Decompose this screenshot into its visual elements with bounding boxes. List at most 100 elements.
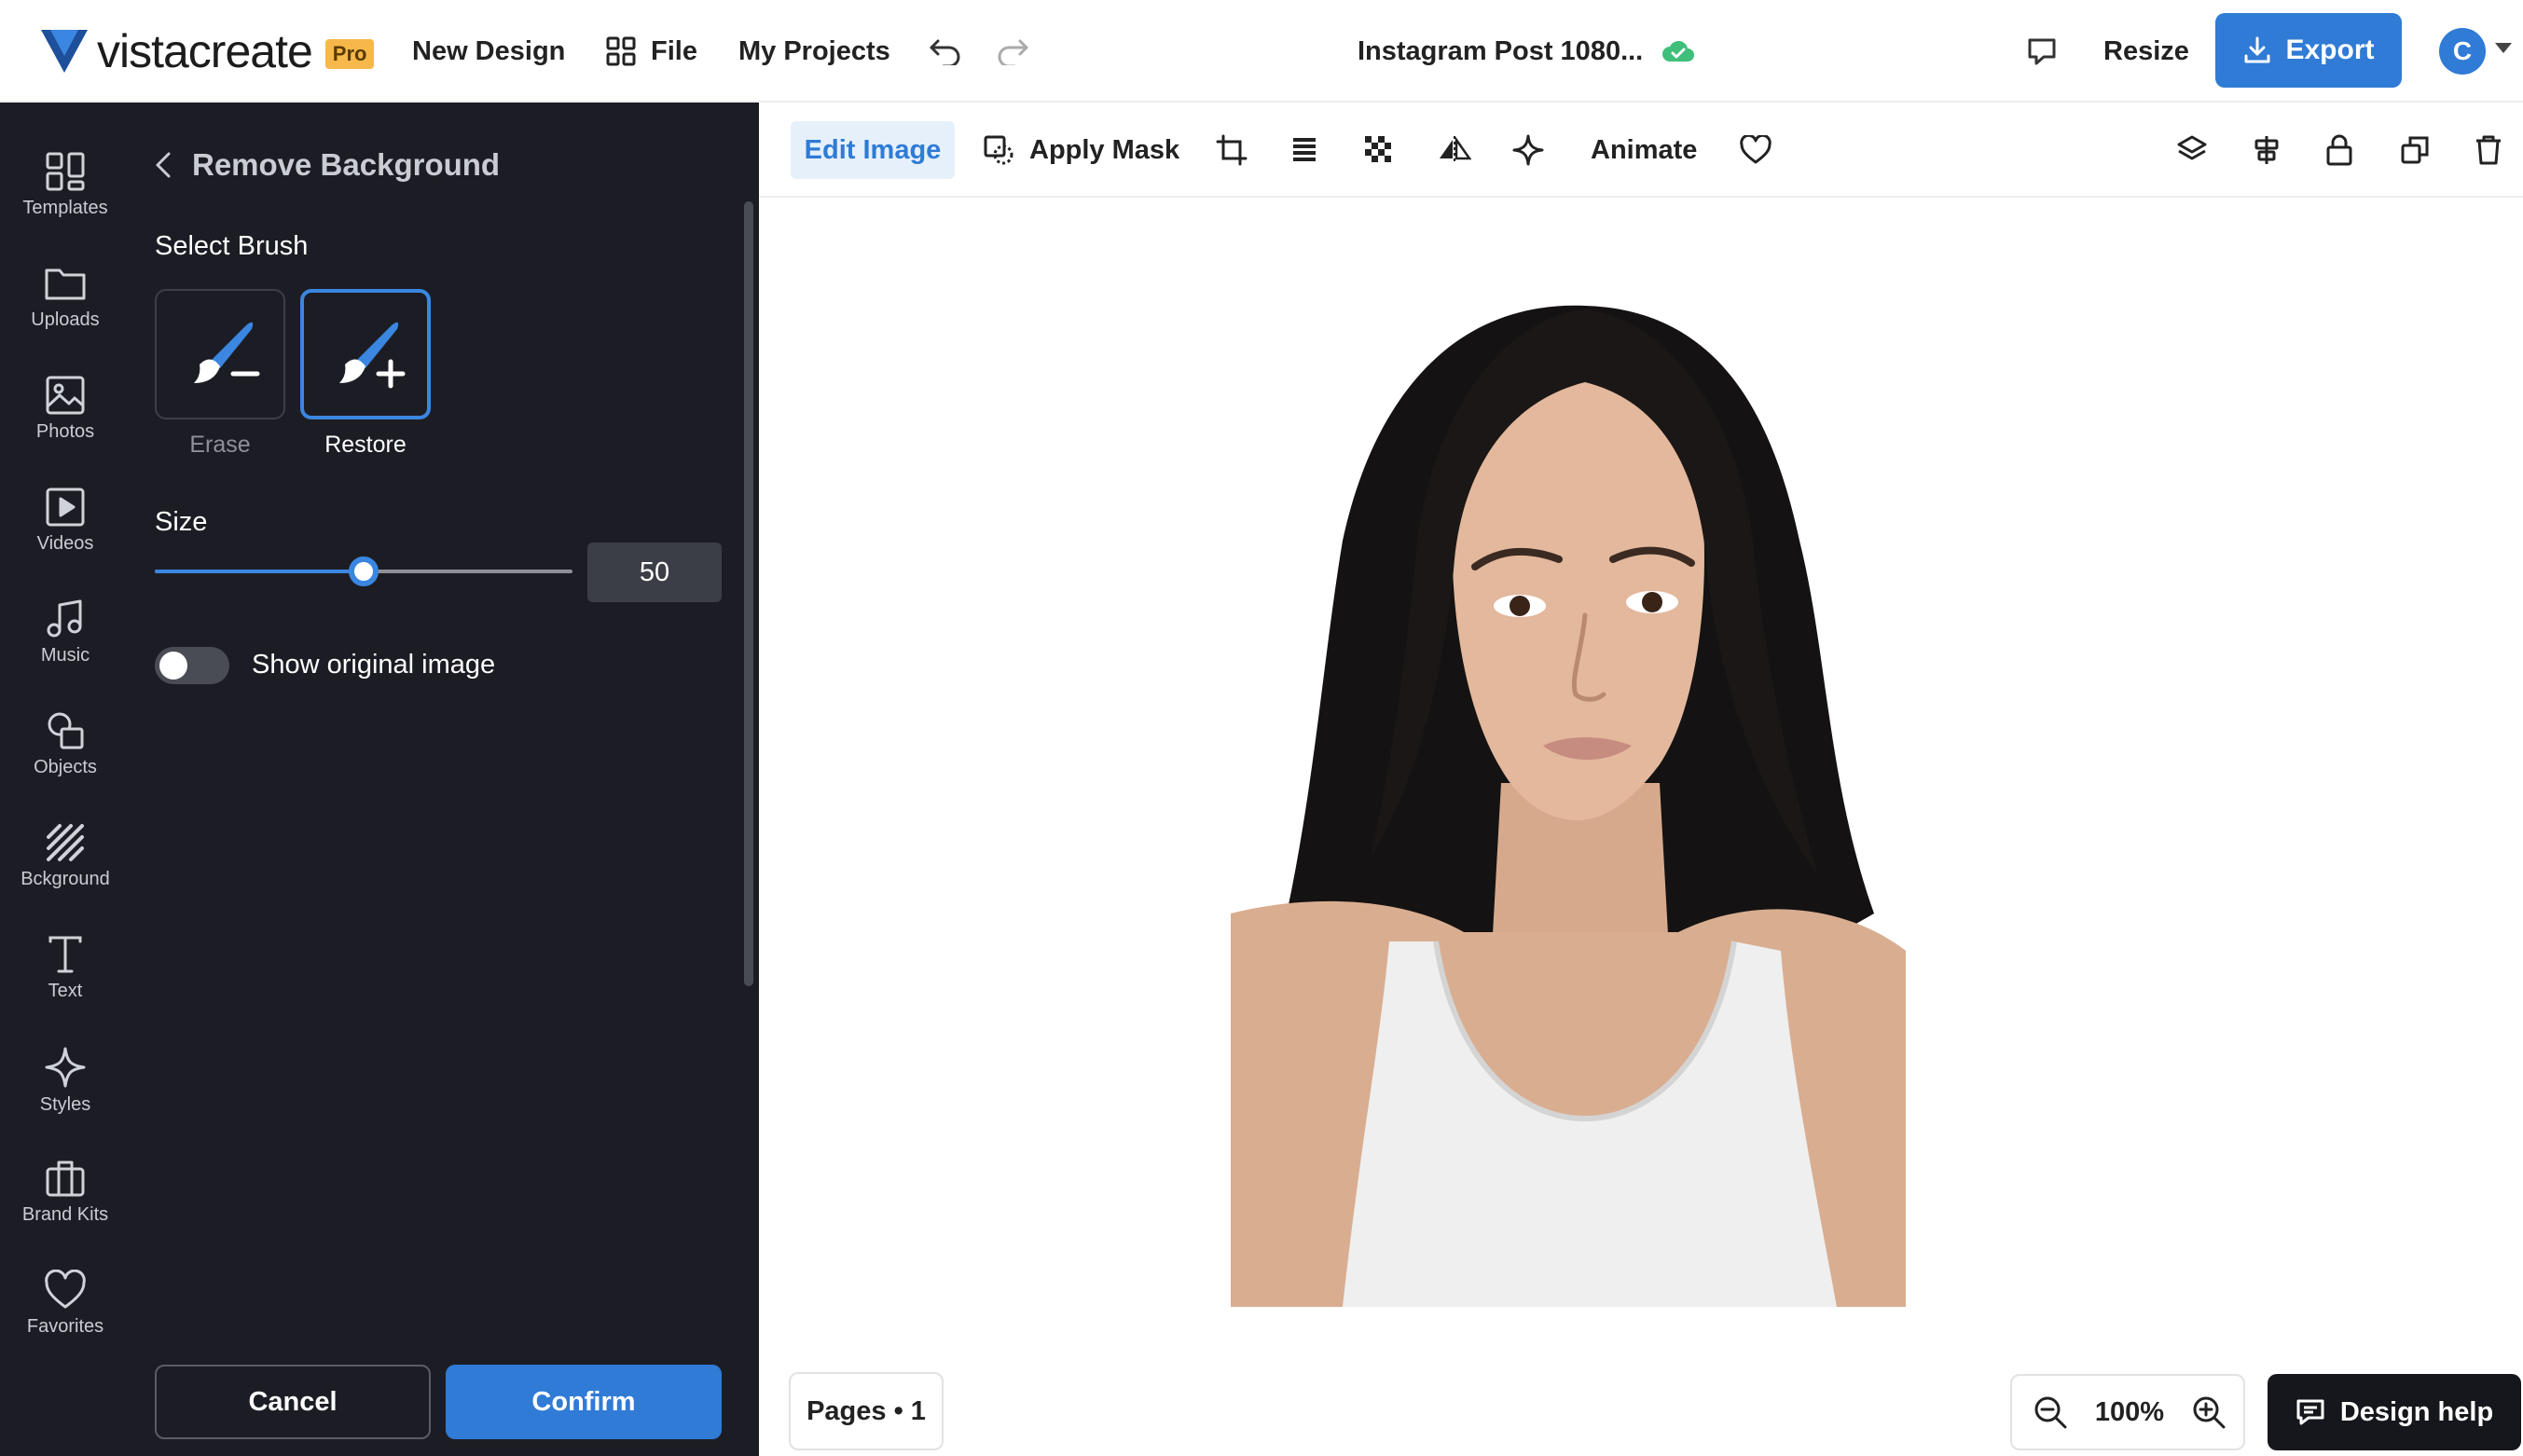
layers-button[interactable] <box>2176 103 2208 198</box>
crop-button[interactable] <box>1216 103 1248 198</box>
pro-badge: Pro <box>324 39 375 69</box>
select-brush-label: Select Brush <box>155 231 309 261</box>
download-icon <box>2244 36 2270 63</box>
duplicate-button[interactable] <box>2400 103 2430 198</box>
file-label: File <box>651 35 697 66</box>
nav-videos-label: Videos <box>36 533 94 554</box>
show-original-toggle[interactable] <box>155 647 229 684</box>
zoom-level[interactable]: 100% <box>2092 1376 2167 1449</box>
nav-brand-kits[interactable]: Brand Kits <box>0 1132 131 1243</box>
size-slider-fill <box>155 570 364 573</box>
comment-icon <box>2028 38 2056 65</box>
checker-icon <box>1365 136 1391 162</box>
size-slider-handle[interactable] <box>349 556 379 586</box>
align-center-icon <box>2254 136 2279 164</box>
nav-text[interactable]: Text <box>0 908 131 1020</box>
zoom-out-button[interactable] <box>2033 1394 2068 1430</box>
cloud-saved-icon <box>1662 40 1695 62</box>
nav-music[interactable]: Music <box>0 572 131 684</box>
zoom-in-button[interactable] <box>2191 1394 2227 1430</box>
canvas-photo[interactable] <box>1231 298 1906 1307</box>
video-icon <box>46 488 85 527</box>
new-design-button[interactable]: New Design <box>412 0 565 103</box>
vista-logo-icon <box>41 30 88 73</box>
panel-scrollbar[interactable] <box>744 201 753 986</box>
lock-button[interactable] <box>2325 103 2353 198</box>
pages-button[interactable]: Pages • 1 <box>789 1372 944 1450</box>
cancel-button[interactable]: Cancel <box>155 1365 431 1439</box>
undo-button[interactable] <box>929 0 962 103</box>
delete-button[interactable] <box>2475 103 2502 198</box>
nav-brand-kits-label: Brand Kits <box>21 1204 109 1225</box>
document-title-text: Instagram Post 1080... <box>1358 35 1644 66</box>
nav-styles[interactable]: Styles <box>0 1020 131 1132</box>
erase-brush-button[interactable] <box>155 289 285 419</box>
design-help-button[interactable]: Design help <box>2268 1374 2521 1450</box>
apply-mask-label: Apply Mask <box>1029 134 1180 165</box>
zoom-in-icon <box>2193 1396 2226 1429</box>
redo-button[interactable] <box>996 0 1029 103</box>
file-menu-button[interactable]: File <box>606 0 697 103</box>
my-projects-label: My Projects <box>738 35 890 66</box>
edit-image-button[interactable]: Edit Image <box>791 121 955 179</box>
flip-icon <box>1440 136 1471 164</box>
export-button[interactable]: Export <box>2215 13 2402 88</box>
shapes-icon <box>48 712 84 749</box>
resize-button[interactable]: Resize <box>2103 0 2189 103</box>
nav-favorites-label: Favorites <box>26 1316 104 1337</box>
grid-icon <box>606 36 636 66</box>
heart-icon <box>45 1270 86 1309</box>
crop-icon <box>1216 134 1248 166</box>
adjust-button[interactable] <box>1290 103 1318 198</box>
comments-button[interactable] <box>2027 0 2057 103</box>
redo-icon <box>998 39 1028 65</box>
layers-icon <box>2177 135 2207 160</box>
nav-background-label: Bckground <box>21 869 110 889</box>
nav-favorites[interactable]: Favorites <box>0 1243 131 1355</box>
brush-minus-icon <box>194 322 260 383</box>
user-avatar[interactable]: C <box>2439 28 2486 75</box>
toggle-knob <box>159 652 187 680</box>
nav-templates-label: Templates <box>22 198 108 218</box>
nav-photos[interactable]: Photos <box>0 349 131 460</box>
chat-icon <box>2296 1399 2324 1425</box>
my-projects-button[interactable]: My Projects <box>738 0 890 103</box>
size-value-input[interactable]: 50 <box>587 543 722 602</box>
nav-uploads-label: Uploads <box>31 309 100 330</box>
animate-label: Animate <box>1591 134 1698 165</box>
brand-name: vistacreate <box>97 25 313 77</box>
show-original-label: Show original image <box>252 650 496 680</box>
confirm-button[interactable]: Confirm <box>446 1365 722 1439</box>
brand-logo[interactable]: vistacreate Pro <box>41 0 375 103</box>
heart-icon <box>1740 135 1772 164</box>
size-slider[interactable] <box>155 556 572 586</box>
align-button[interactable] <box>2251 103 2282 198</box>
panel-header[interactable]: Remove Background <box>155 147 500 183</box>
favorite-button[interactable] <box>1740 103 1772 198</box>
nav-videos[interactable]: Videos <box>0 460 131 572</box>
templates-icon <box>46 152 85 191</box>
effects-button[interactable] <box>1512 103 1544 198</box>
nav-templates[interactable]: Templates <box>0 125 131 237</box>
chevron-left-icon <box>156 152 171 178</box>
nav-background[interactable]: Bckground <box>0 796 131 908</box>
nav-objects-label: Objects <box>34 757 97 777</box>
document-title[interactable]: Instagram Post 1080... <box>1358 0 1695 103</box>
music-note-icon <box>47 599 82 638</box>
sparkle-icon <box>1512 134 1544 166</box>
restore-brush-button[interactable] <box>300 289 431 419</box>
apply-mask-button[interactable]: Apply Mask <box>983 103 1179 198</box>
nav-objects[interactable]: Objects <box>0 684 131 796</box>
flip-button[interactable] <box>1438 103 1471 198</box>
zoom-out-icon <box>2034 1396 2067 1429</box>
transparency-button[interactable] <box>1365 103 1393 198</box>
stripes-icon <box>47 824 84 861</box>
design-help-label: Design help <box>2339 1396 2494 1427</box>
duplicate-icon <box>2401 136 2429 164</box>
animate-button[interactable]: Animate <box>1591 103 1697 198</box>
size-label: Size <box>155 507 208 537</box>
undo-icon <box>930 39 960 65</box>
briefcase-icon <box>46 1161 85 1197</box>
nav-uploads[interactable]: Uploads <box>0 237 131 349</box>
chevron-down-icon[interactable] <box>2495 43 2512 53</box>
